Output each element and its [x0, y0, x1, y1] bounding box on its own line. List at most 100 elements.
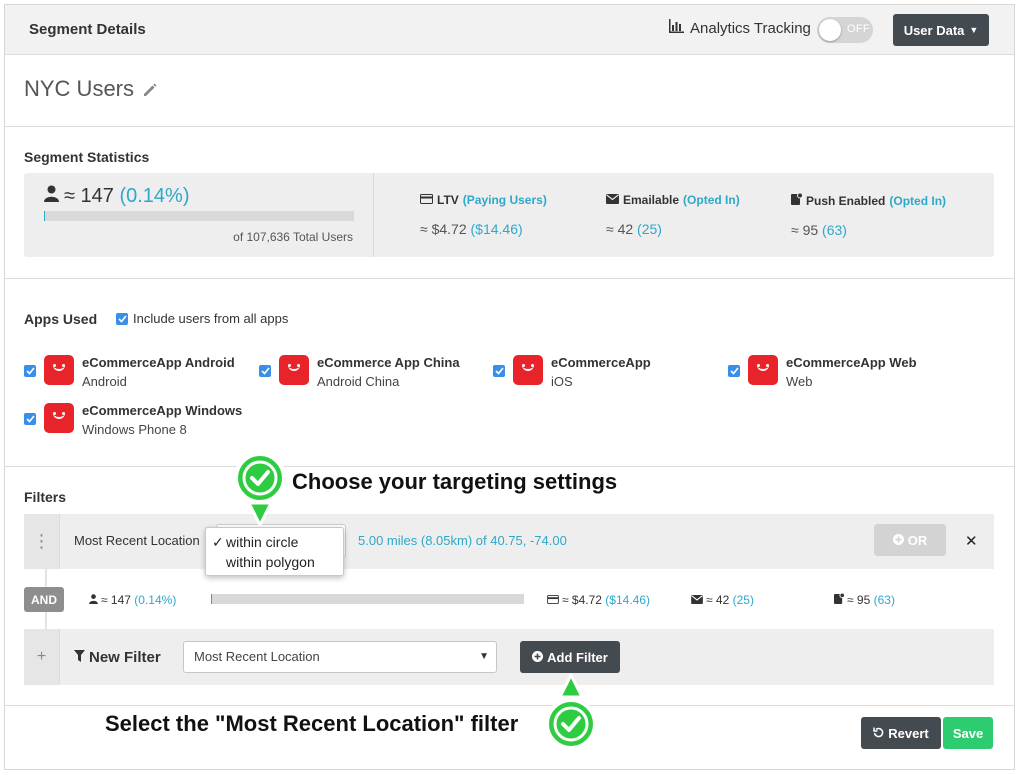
filter-name: Most Recent Location	[74, 533, 200, 548]
or-button[interactable]: OR	[874, 524, 946, 556]
mini-ltv-paying: ($14.46)	[605, 593, 650, 607]
filter-type-select[interactable]: Most Recent Location ▼	[183, 641, 497, 673]
close-icon[interactable]: ✕	[965, 532, 978, 550]
new-filter-text: New Filter	[89, 649, 161, 666]
mini-email: ≈ 42	[706, 593, 730, 607]
app-name: eCommerceApp	[551, 355, 651, 370]
filter-row: ⋮ Most Recent Location 5.00 miles (8.05k…	[24, 514, 994, 569]
mini-email-opted: (25)	[732, 593, 754, 607]
app-icon	[279, 355, 309, 385]
ltv-label: LTV	[437, 193, 459, 207]
add-filter-label: Add Filter	[547, 649, 608, 665]
segment-name: NYC Users	[24, 76, 135, 101]
analytics-toggle[interactable]: OFF	[817, 17, 873, 43]
or-label: OR	[907, 532, 928, 548]
mini-users-stat: ≈ 147 (0.14%)	[89, 593, 176, 607]
segment-name-row: NYC Users	[5, 56, 1014, 127]
app-platform: Android China	[317, 374, 400, 389]
user-data-button[interactable]: User Data ▼	[893, 14, 989, 46]
segment-details-panel: Segment Details Analytics Tracking OFF U…	[4, 4, 1015, 770]
filters-title: Filters	[24, 489, 67, 505]
add-filter-button[interactable]: Add Filter	[520, 641, 620, 673]
ltv-sub: (Paying Users)	[462, 193, 547, 207]
pencil-icon[interactable]	[142, 82, 158, 103]
analytics-label: Analytics Tracking	[690, 19, 811, 37]
annotation-top: Choose your targeting settings	[292, 469, 618, 494]
email-opted: (25)	[637, 221, 662, 237]
app-platform: Windows Phone 8	[82, 422, 187, 437]
users-count: ≈ 147 (0.14%)	[44, 185, 190, 208]
app-checkbox[interactable]	[728, 365, 740, 377]
push-label: Push Enabled	[806, 193, 886, 208]
app-item[interactable]: eCommerceApp Android Android	[24, 355, 235, 389]
users-stat: ≈ 147 (0.14%) of 107,636 Total Users	[24, 173, 374, 257]
drag-handle-icon[interactable]: ⋮	[24, 514, 60, 569]
checkmark-icon: ✓	[212, 534, 224, 550]
email-sub: (Opted In)	[683, 193, 740, 207]
include-all-apps[interactable]: Include users from all apps	[116, 311, 288, 326]
chevron-down-icon: ▼	[479, 651, 489, 662]
push-notification-icon	[834, 592, 847, 607]
app-platform: Web	[786, 374, 813, 389]
app-checkbox[interactable]	[493, 365, 505, 377]
statistics-box: ≈ 147 (0.14%) of 107,636 Total Users LTV…	[24, 173, 994, 257]
option-label: within polygon	[226, 554, 315, 570]
divider	[5, 278, 1014, 279]
divider	[5, 466, 1014, 467]
email-stat: Emailable (Opted In) ≈ 42 (25)	[606, 193, 740, 237]
apps-title: Apps Used	[24, 311, 98, 327]
ltv-paying: ($14.46)	[470, 221, 523, 237]
app-checkbox[interactable]	[24, 413, 36, 425]
and-badge: AND	[24, 587, 64, 612]
include-all-checkbox[interactable]	[116, 312, 128, 325]
app-item[interactable]: eCommerceApp Windows Windows Phone 8	[24, 403, 242, 437]
push-stat: Push Enabled (Opted In) ≈ 95 (63)	[791, 192, 947, 238]
include-all-label: Include users from all apps	[133, 311, 289, 326]
ltv-stat: LTV (Paying Users) ≈ $4.72 ($14.46)	[420, 193, 547, 237]
bar-chart-icon	[668, 19, 690, 37]
app-icon	[513, 355, 543, 385]
mini-email-stat: ≈ 42 (25)	[691, 593, 754, 607]
revert-label: Revert	[888, 725, 929, 741]
dropdown-option-selected[interactable]: ✓ within circle	[206, 532, 343, 552]
funnel-icon	[74, 649, 89, 666]
plus-circle-icon	[892, 533, 904, 548]
filter-description[interactable]: 5.00 miles (8.05km) of 40.75, -74.00	[358, 533, 567, 548]
divider	[5, 705, 1014, 706]
users-approx: ≈ 147	[64, 185, 114, 207]
total-users: of 107,636 Total Users	[233, 230, 353, 244]
app-name: eCommerceApp Windows	[82, 403, 243, 418]
users-progress-bar	[44, 211, 354, 221]
filter-type-value: Most Recent Location	[194, 649, 320, 664]
save-button[interactable]: Save	[943, 717, 993, 749]
app-item[interactable]: eCommerceApp Web Web	[728, 355, 917, 389]
email-label: Emailable	[623, 193, 680, 207]
push-sub: (Opted In)	[889, 193, 947, 208]
option-label: within circle	[226, 534, 299, 550]
ltv-value: ≈ $4.72	[420, 221, 467, 237]
email-value: ≈ 42	[606, 221, 634, 237]
mini-users: ≈ 147	[101, 593, 131, 607]
caret-down-icon: ▼	[969, 25, 979, 35]
header-bar: Segment Details Analytics Tracking OFF U…	[5, 5, 1014, 55]
envelope-icon	[606, 193, 623, 207]
app-item[interactable]: eCommerce App China Android China	[259, 355, 460, 389]
credit-card-icon	[547, 593, 562, 607]
statistics-title: Segment Statistics	[24, 149, 150, 165]
app-checkbox[interactable]	[259, 365, 271, 377]
revert-button[interactable]: Revert	[861, 717, 941, 749]
undo-icon	[873, 726, 884, 741]
mini-push-opted: (63)	[873, 593, 895, 607]
plus-circle-icon	[532, 650, 547, 665]
plus-icon[interactable]: +	[24, 629, 60, 685]
new-filter-label: New Filter	[74, 649, 161, 666]
app-name: eCommerceApp Web	[786, 355, 917, 370]
app-item[interactable]: eCommerceApp iOS	[493, 355, 651, 389]
mini-ltv: ≈ $4.72	[562, 593, 602, 607]
page-title: Segment Details	[29, 21, 146, 38]
app-checkbox[interactable]	[24, 365, 36, 377]
toggle-state: OFF	[847, 23, 870, 35]
push-notification-icon	[791, 192, 806, 208]
dropdown-option[interactable]: within polygon	[206, 552, 343, 572]
annotation-bottom: Select the "Most Recent Location" filter	[105, 711, 519, 736]
